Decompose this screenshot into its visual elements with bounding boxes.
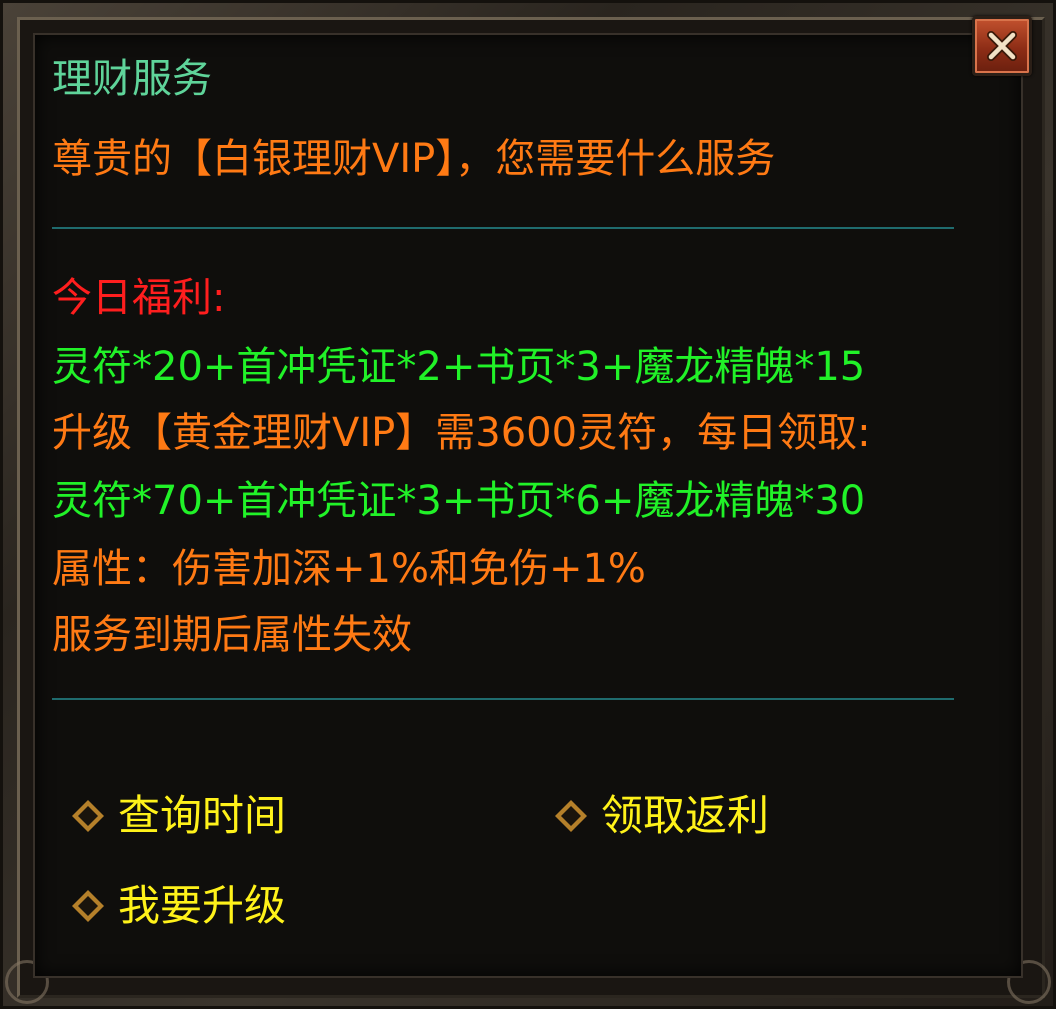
divider [52, 698, 954, 700]
dialog-title: 理财服务 [52, 56, 212, 102]
claim-rebate-option[interactable]: 领取返利 [553, 792, 769, 840]
close-button[interactable] [972, 16, 1032, 76]
upgraded-reward-line: 灵符*70+首冲凭证*3+书页*6+魔龙精魄*30 [52, 478, 866, 524]
upgrade-requirement-line: 升级【黄金理财VIP】需3600灵符，每日领取: [52, 410, 871, 456]
upgrade-label: 我要升级 [118, 881, 287, 930]
expiry-note: 服务到期后属性失效 [52, 612, 412, 658]
attribute-line: 属性：伤害加深+1%和免伤+1% [52, 546, 646, 592]
diamond-bullet-icon [72, 800, 104, 832]
upgrade-option[interactable]: 我要升级 [70, 882, 286, 930]
benefit-heading: 今日福利: [52, 275, 226, 321]
vip-greeting: 尊贵的【白银理财VIP】，您需要什么服务 [52, 136, 776, 182]
query-time-option[interactable]: 查询时间 [70, 792, 286, 840]
diamond-bullet-icon [72, 890, 104, 922]
diamond-bullet-icon [555, 800, 587, 832]
divider [52, 227, 954, 229]
close-icon [987, 31, 1017, 61]
query-time-label: 查询时间 [118, 791, 287, 840]
daily-reward-line: 灵符*20+首冲凭证*2+书页*3+魔龙精魄*15 [52, 344, 866, 390]
claim-rebate-label: 领取返利 [601, 791, 770, 840]
